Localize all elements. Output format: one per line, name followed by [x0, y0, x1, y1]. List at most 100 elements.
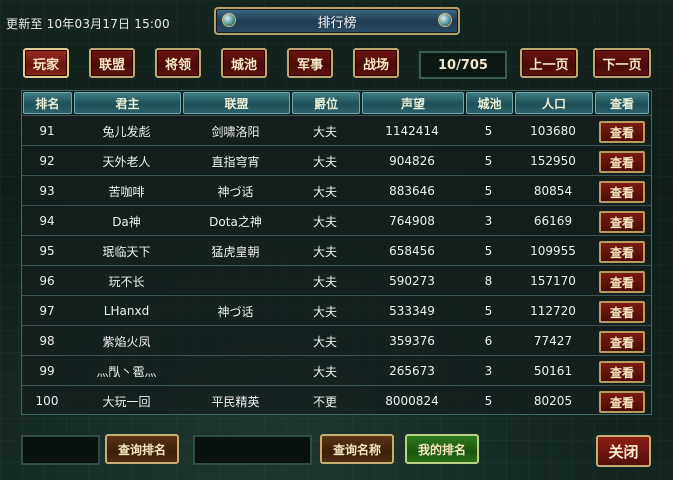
view-button[interactable]: 查看: [599, 121, 645, 143]
next-page-button[interactable]: 下一页: [593, 48, 651, 78]
rank-search-input[interactable]: [21, 435, 100, 465]
alliance-cell: [181, 326, 290, 356]
title-cell: 大夫: [312, 124, 337, 139]
tab-cities[interactable]: 城池: [221, 48, 267, 78]
alliance-cell: 直指穹宵: [211, 154, 260, 169]
population-cell: 77427: [533, 334, 573, 348]
close-button[interactable]: 关闭: [596, 435, 651, 467]
alliance-cell: 猛虎皇朝: [211, 244, 260, 259]
lord-cell: 天外老人: [102, 154, 151, 169]
population-cell: 103680: [530, 124, 576, 138]
table-row: 94 Da神 Dota之神 大夫 764908 3 66169 查看: [22, 205, 651, 236]
tab-players[interactable]: 玩家: [23, 48, 69, 78]
view-button[interactable]: 查看: [599, 331, 645, 353]
lord-cell: 玩不长: [108, 274, 145, 289]
view-button[interactable]: 查看: [599, 271, 645, 293]
header-lord: 君主: [74, 92, 181, 114]
prestige-cell: 1142414: [385, 124, 439, 138]
cities-cell: 3: [484, 214, 493, 228]
view-button[interactable]: 查看: [599, 361, 645, 383]
population-cell: 157170: [530, 274, 576, 288]
cities-cell: 5: [484, 244, 493, 258]
ornament-gem-icon: [438, 13, 452, 27]
alliance-cell: Dota之神: [209, 214, 262, 229]
table-row: 98 紫焰火凤 大夫 359376 6 77427 查看: [22, 325, 651, 356]
view-button[interactable]: 查看: [599, 301, 645, 323]
header-rank: 排名: [23, 92, 72, 114]
prestige-cell: 8000824: [385, 394, 439, 408]
tab-alliances[interactable]: 联盟: [89, 48, 135, 78]
header-view: 查看: [595, 92, 649, 114]
tab-military[interactable]: 军事: [287, 48, 333, 78]
view-button[interactable]: 查看: [599, 241, 645, 263]
table-header: 排名 君主 联盟 爵位 声望 城池 人口 查看: [22, 91, 651, 115]
search-rank-button[interactable]: 查询排名: [105, 434, 179, 464]
alliance-cell: 神づ话: [217, 184, 254, 199]
my-rank-button[interactable]: 我的排名: [405, 434, 479, 464]
tab-generals[interactable]: 将领: [155, 48, 201, 78]
update-time-label: 更新至 10年03月17日 15:00: [6, 17, 170, 31]
tab-battlefield[interactable]: 战场: [353, 48, 399, 78]
table-row: 97 LHanxd 神づ话 大夫 533349 5 112720 查看: [22, 295, 651, 326]
alliance-cell: 剑啸洛阳: [211, 124, 260, 139]
population-cell: 80205: [533, 394, 573, 408]
lord-cell: 灬閄丶雹灬: [96, 364, 157, 379]
prestige-cell: 883646: [389, 184, 435, 198]
cities-cell: 8: [484, 274, 493, 288]
rank-cell: 92: [39, 154, 55, 168]
cities-cell: 5: [484, 184, 493, 198]
view-button[interactable]: 查看: [599, 391, 645, 413]
header-title: 爵位: [292, 92, 360, 114]
population-cell: 152950: [530, 154, 576, 168]
title-cell: 大夫: [312, 184, 337, 199]
alliance-cell: 神づ话: [217, 304, 254, 319]
alliance-cell: 平民精英: [211, 394, 260, 409]
population-cell: 109955: [530, 244, 576, 258]
search-name-button[interactable]: 查询名称: [320, 434, 394, 464]
lord-cell: LHanxd: [103, 304, 150, 318]
prestige-cell: 359376: [389, 334, 435, 348]
title-cell: 大夫: [312, 334, 337, 349]
population-cell: 50161: [533, 364, 573, 378]
prestige-cell: 533349: [389, 304, 435, 318]
header-cities: 城池: [466, 92, 513, 114]
rank-cell: 94: [39, 214, 55, 228]
title-cell: 大夫: [312, 364, 337, 379]
title-cell: 大夫: [312, 304, 337, 319]
lord-cell: 大玩一回: [102, 394, 151, 409]
title-cell: 大夫: [312, 154, 337, 169]
prestige-cell: 265673: [389, 364, 435, 378]
alliance-cell: [181, 356, 290, 386]
header-prestige: 声望: [362, 92, 464, 114]
table-row: 100 大玩一回 平民精英 不更 8000824 5 80205 查看: [22, 385, 651, 414]
rank-cell: 91: [39, 124, 55, 138]
rank-cell: 93: [39, 184, 55, 198]
ranking-window: 更新至 10年03月17日 15:00 排行榜 玩家 联盟 将领 城池 军事 战…: [0, 0, 673, 480]
prev-page-button[interactable]: 上一页: [520, 48, 578, 78]
cities-cell: 5: [484, 154, 493, 168]
prestige-cell: 764908: [389, 214, 435, 228]
cities-cell: 5: [484, 394, 493, 408]
table-row: 91 兔儿发彪 剑啸洛阳 大夫 1142414 5 103680 查看: [22, 115, 651, 146]
view-button[interactable]: 查看: [599, 211, 645, 233]
ranking-table: 排名 君主 联盟 爵位 声望 城池 人口 查看 91 兔儿发彪 剑啸洛阳 大夫 …: [21, 90, 652, 415]
title-bar: 排行榜: [214, 7, 460, 35]
table-row: 93 苦咖啡 神づ话 大夫 883646 5 80854 查看: [22, 175, 651, 206]
rank-cell: 99: [39, 364, 55, 378]
title-cell: 大夫: [312, 214, 337, 229]
rank-cell: 100: [35, 394, 59, 408]
title-cell: 大夫: [312, 274, 337, 289]
prestige-cell: 658456: [389, 244, 435, 258]
rank-cell: 97: [39, 304, 55, 318]
header-alliance: 联盟: [183, 92, 290, 114]
name-search-input[interactable]: [193, 435, 312, 465]
view-button[interactable]: 查看: [599, 181, 645, 203]
prestige-cell: 590273: [389, 274, 435, 288]
table-row: 95 珉临天下 猛虎皇朝 大夫 658456 5 109955 查看: [22, 235, 651, 266]
cities-cell: 3: [484, 364, 493, 378]
view-button[interactable]: 查看: [599, 151, 645, 173]
cities-cell: 5: [484, 124, 493, 138]
prestige-cell: 904826: [389, 154, 435, 168]
rank-cell: 98: [39, 334, 55, 348]
table-row: 96 玩不长 大夫 590273 8 157170 查看: [22, 265, 651, 296]
